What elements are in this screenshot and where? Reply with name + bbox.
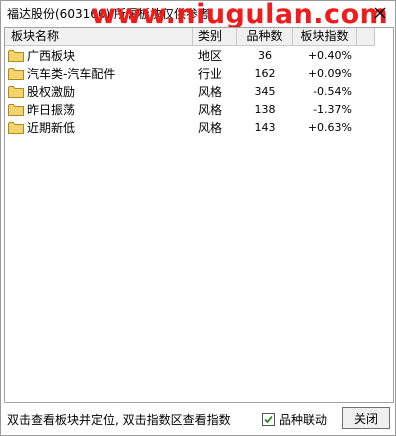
cell-count: 36 xyxy=(258,48,272,62)
cell-count: 162 xyxy=(254,66,276,80)
cell-sector-name: 汽车类-汽车配件 xyxy=(5,65,193,82)
window-close-button[interactable] xyxy=(371,4,389,22)
sector-name-text: 广西板块 xyxy=(27,48,76,63)
header-filler xyxy=(357,28,375,45)
watermark: www.niugulan.com xyxy=(91,0,389,30)
cell-index-change: +0.40% xyxy=(307,48,352,62)
hint-text: 双击查看板块并定位, 双击指数区查看指数 xyxy=(7,413,231,427)
dialog-window: 福达股份(603166) 所属板块仅供参考 www.niugulan.com 板… xyxy=(0,0,396,436)
header-index-change[interactable]: 板块指数 xyxy=(293,28,357,45)
header-count[interactable]: 品种数 xyxy=(237,28,293,45)
table-row[interactable]: 近期新低 风格 143 +0.63% xyxy=(5,118,375,136)
folder-icon xyxy=(8,121,24,134)
sector-table: 板块名称 类别 品种数 板块指数 广西板块 地区 36 +0.40% 汽车类-汽… xyxy=(4,27,394,403)
table-body: 广西板块 地区 36 +0.40% 汽车类-汽车配件 行业 162 +0.09% xyxy=(5,46,375,136)
folder-icon xyxy=(8,67,24,80)
close-icon xyxy=(374,7,386,19)
cell-category: 地区 xyxy=(198,48,223,63)
cell-sector-name: 广西板块 xyxy=(5,47,193,64)
cell-category: 风格 xyxy=(198,84,223,99)
sector-name-text: 昨日振荡 xyxy=(27,102,76,117)
sector-name-text: 近期新低 xyxy=(27,120,76,135)
checkmark-icon xyxy=(264,415,273,424)
sector-name-text: 汽车类-汽车配件 xyxy=(27,66,116,81)
cell-index-change: +0.09% xyxy=(307,66,352,80)
close-button[interactable]: 关闭 xyxy=(342,407,390,429)
cell-index-change: +0.63% xyxy=(307,120,352,134)
table-row[interactable]: 昨日振荡 风格 138 -1.37% xyxy=(5,100,375,118)
checkbox-label: 品种联动 xyxy=(279,413,328,427)
cell-category: 风格 xyxy=(198,102,223,117)
sync-checkbox[interactable]: 品种联动 xyxy=(262,411,327,428)
folder-icon xyxy=(8,85,24,98)
cell-count: 138 xyxy=(254,102,276,116)
cell-count: 345 xyxy=(254,84,276,98)
checkbox-box[interactable] xyxy=(262,413,275,426)
status-bar: 双击查看板块并定位, 双击指数区查看指数 品种联动 关闭 xyxy=(1,405,395,433)
cell-sector-name: 近期新低 xyxy=(5,119,193,136)
table-row[interactable]: 汽车类-汽车配件 行业 162 +0.09% xyxy=(5,64,375,82)
cell-sector-name: 昨日振荡 xyxy=(5,101,193,118)
header-category[interactable]: 类别 xyxy=(193,28,237,45)
table-header: 板块名称 类别 品种数 板块指数 xyxy=(5,28,375,46)
table-row[interactable]: 广西板块 地区 36 +0.40% xyxy=(5,46,375,64)
cell-category: 风格 xyxy=(198,120,223,135)
sector-name-text: 股权激励 xyxy=(27,84,76,99)
folder-icon xyxy=(8,49,24,62)
cell-category: 行业 xyxy=(198,66,223,81)
folder-icon xyxy=(8,103,24,116)
title-bar[interactable]: 福达股份(603166) 所属板块仅供参考 www.niugulan.com xyxy=(1,0,395,30)
cell-sector-name: 股权激励 xyxy=(5,83,193,100)
cell-index-change: -1.37% xyxy=(313,102,352,116)
table-row[interactable]: 股权激励 风格 345 -0.54% xyxy=(5,82,375,100)
cell-count: 143 xyxy=(254,120,276,134)
header-sector-name[interactable]: 板块名称 xyxy=(5,28,193,45)
cell-index-change: -0.54% xyxy=(313,84,352,98)
